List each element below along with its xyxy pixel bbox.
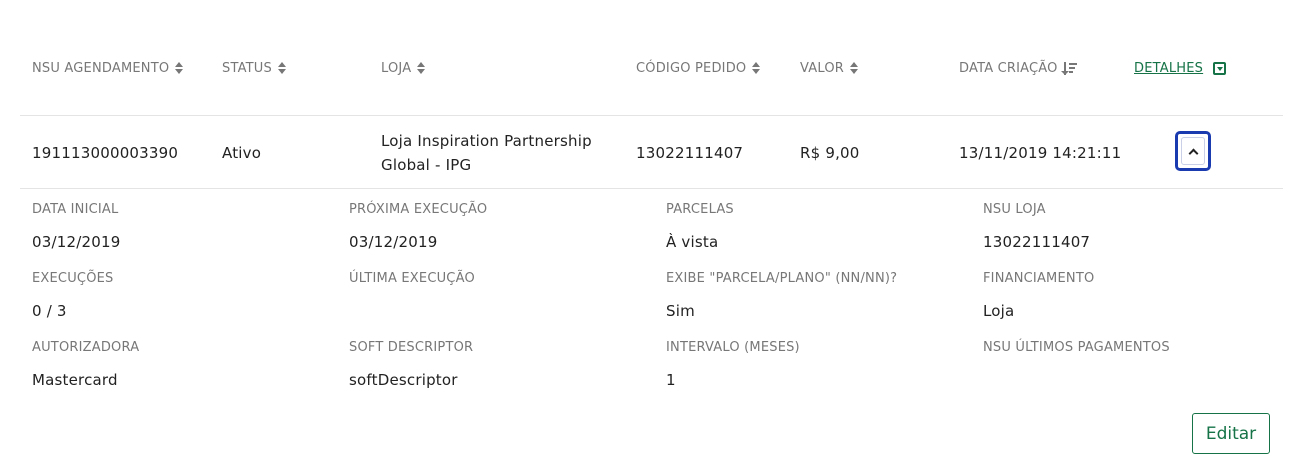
- detail-label-nsu-ultimos-pagamentos: NSU ÚLTIMOS PAGAMENTOS: [983, 340, 1170, 355]
- detail-value-financiamento: Loja: [983, 302, 1015, 320]
- detail-value-nsu-loja: 13022111407: [983, 233, 1091, 251]
- sort-icon[interactable]: [417, 62, 426, 74]
- column-header-label: CÓDIGO PEDIDO: [636, 60, 747, 76]
- cell-loja-line1: Loja Inspiration Partnership: [381, 132, 592, 150]
- detail-value-intervalo-meses: 1: [666, 371, 676, 389]
- cell-status: Ativo: [222, 144, 262, 162]
- sort-descending-icon[interactable]: [1060, 61, 1078, 75]
- column-header-loja[interactable]: LOJA: [381, 60, 426, 76]
- column-header-status[interactable]: STATUS: [222, 60, 286, 76]
- detail-label-exibe-parcela-plano: EXIBE "PARCELA/PLANO" (NN/NN)?: [666, 271, 898, 286]
- detail-label-nsu-loja: NSU LOJA: [983, 202, 1046, 217]
- collapse-details-inner: [1181, 137, 1205, 165]
- detail-value-soft-descriptor: softDescriptor: [349, 371, 458, 389]
- detalhes-link[interactable]: DETALHES: [1134, 61, 1203, 76]
- detail-label-financiamento: FINANCIAMENTO: [983, 271, 1095, 286]
- cell-data-criacao: 13/11/2019 14:21:11: [959, 144, 1122, 162]
- column-header-label: DATA CRIAÇÃO: [959, 60, 1058, 76]
- detail-label-data-inicial: DATA INICIAL: [32, 202, 119, 217]
- column-header-label: VALOR: [800, 60, 844, 76]
- detail-label-soft-descriptor: SOFT DESCRIPTOR: [349, 340, 474, 355]
- sort-icon[interactable]: [850, 62, 858, 74]
- detail-label-autorizadora: AUTORIZADORA: [32, 340, 140, 355]
- cell-codigo-pedido: 13022111407: [636, 144, 744, 162]
- cell-loja-line2: Global - IPG: [381, 156, 472, 174]
- column-header-detalhes[interactable]: DETALHES: [1134, 60, 1227, 76]
- sort-icon[interactable]: [752, 62, 761, 74]
- sort-icon[interactable]: [277, 62, 286, 74]
- detail-value-proxima-execucao: 03/12/2019: [349, 233, 438, 251]
- collapse-details-button[interactable]: [1175, 131, 1211, 171]
- detail-label-execucoes: EXECUÇÕES: [32, 271, 114, 286]
- sort-icon[interactable]: [175, 62, 184, 74]
- detail-value-parcelas: À vista: [666, 233, 719, 251]
- detail-value-data-inicial: 03/12/2019: [32, 233, 121, 251]
- detail-value-execucoes: 0 / 3: [32, 302, 67, 320]
- divider: [20, 188, 1283, 189]
- divider: [20, 115, 1283, 116]
- chevron-up-icon: [1188, 148, 1198, 158]
- edit-button[interactable]: Editar: [1192, 413, 1270, 454]
- column-header-valor[interactable]: VALOR: [800, 60, 858, 76]
- column-header-codigo-pedido[interactable]: CÓDIGO PEDIDO: [636, 60, 761, 76]
- column-header-label: STATUS: [222, 60, 272, 76]
- detail-label-ultima-execucao: ÚLTIMA EXECUÇÃO: [349, 271, 475, 286]
- cell-nsu-agendamento: 191113000003390: [32, 144, 179, 162]
- column-header-label: LOJA: [381, 60, 412, 76]
- column-header-nsu-agendamento[interactable]: NSU AGENDAMENTO: [32, 60, 184, 76]
- detail-label-proxima-execucao: PRÓXIMA EXECUÇÃO: [349, 202, 488, 217]
- cell-valor: R$ 9,00: [800, 144, 860, 162]
- column-header-label: NSU AGENDAMENTO: [32, 60, 170, 76]
- column-header-data-criacao[interactable]: DATA CRIAÇÃO: [959, 60, 1078, 76]
- caret-down-square-icon[interactable]: [1213, 61, 1227, 75]
- detail-value-exibe-parcela-plano: Sim: [666, 302, 695, 320]
- detail-label-intervalo-meses: INTERVALO (MESES): [666, 340, 800, 355]
- detail-value-autorizadora: Mastercard: [32, 371, 118, 389]
- detail-label-parcelas: PARCELAS: [666, 202, 734, 217]
